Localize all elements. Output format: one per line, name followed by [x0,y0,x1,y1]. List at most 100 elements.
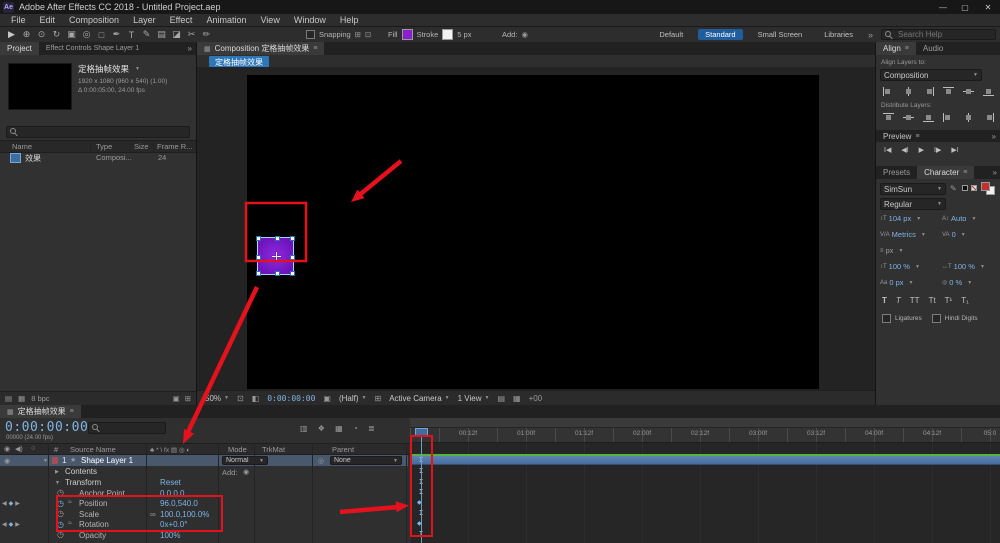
playhead-line[interactable] [421,428,422,543]
distribute-vertical-center-button[interactable] [902,112,915,123]
tsume-value[interactable]: 0 % [949,278,962,287]
fill-color-swatch[interactable] [402,29,413,40]
transform-twirl-icon[interactable]: ▼ [55,480,60,486]
parent-column[interactable]: Parent [332,445,354,454]
faux-bold-button[interactable]: T [882,296,887,305]
workspace-libraries[interactable]: Libraries [817,29,860,40]
roto-brush-tool-icon[interactable]: ✂ [184,29,199,40]
menu-effect[interactable]: Effect [163,15,200,25]
layer-parent-select[interactable]: None▼ [330,456,402,465]
baseline-shift-value[interactable]: 0 px [889,278,903,287]
trkmat-column[interactable]: TrkMat [262,445,285,454]
faux-italic-button[interactable]: T [896,296,901,305]
parent-pickwhip-icon[interactable]: ◎ [318,457,324,465]
pen-tool-icon[interactable]: ✒ [109,29,124,40]
position-expression-icon[interactable]: ≈ [68,499,72,506]
last-frame-button[interactable]: ▶I [951,146,958,154]
add-keyframe-icon[interactable]: ◆ [9,521,14,528]
prev-keyframe-icon[interactable]: ◀ [2,521,7,528]
workspace-small-screen[interactable]: Small Screen [751,29,810,40]
align-top-button[interactable] [942,86,955,97]
comp-timecode[interactable]: 0:00:00:00 [267,394,315,403]
puppet-tool-icon[interactable]: ✏ [199,29,214,40]
snapping-checkbox[interactable] [306,30,315,39]
col-frame-rate[interactable]: Frame R... [157,142,192,151]
channels-icon[interactable]: ◧ [252,394,260,403]
menu-composition[interactable]: Composition [62,15,126,25]
subscript-button[interactable]: T₁ [961,296,969,305]
search-help-input[interactable] [896,29,990,40]
anchor-point-icon[interactable] [272,252,281,261]
scale-value[interactable]: 100.0,100.0% [160,510,209,519]
timeline-button-icon[interactable]: ▦ [513,394,521,403]
opacity-label[interactable]: Opacity [79,531,106,540]
next-keyframe-icon[interactable]: ▶ [15,500,20,507]
prev-keyframe-icon[interactable]: ◀ [2,500,7,507]
menu-animation[interactable]: Animation [199,15,253,25]
col-name[interactable]: Name [12,142,32,151]
hand-tool-icon[interactable]: ⊕ [19,29,34,40]
maximize-button[interactable]: ▢ [954,3,976,12]
horizontal-scale-value[interactable]: 100 % [954,262,975,271]
timeline-toolbar-icons[interactable]: ▥ ❖ ▦ ◔ ≣ [300,424,379,433]
pixel-aspect-icon[interactable]: ▤ [497,394,505,403]
add-keyframe-icon[interactable]: ◆ [9,500,14,507]
workspace-overflow-icon[interactable]: » [868,30,873,40]
menu-layer[interactable]: Layer [126,15,163,25]
minimize-button[interactable]: — [932,3,954,12]
distribute-bottom-button[interactable] [922,112,935,123]
preview-panel-header[interactable]: Preview ≡ [876,130,927,142]
opacity-stopwatch-icon[interactable]: ◷ [57,530,64,539]
align-left-button[interactable] [882,86,895,97]
vertical-scale-value[interactable]: 100 % [889,262,910,271]
stroke-color-swatch[interactable] [442,29,453,40]
selection-tool-icon[interactable]: ▶ [4,29,19,40]
new-folder-icon[interactable]: ⊞ [185,394,191,403]
position-keyframe-nav[interactable]: ◀ ◆ ▶ [2,500,20,507]
view-layout-select[interactable]: 1 View▼ [458,394,490,403]
font-family-select[interactable]: SimSun▼ [880,183,946,195]
video-column-icon[interactable]: ◉ [4,445,10,453]
layer-label-color[interactable] [52,457,58,464]
bit-depth-label[interactable]: 8 bpc [31,394,49,403]
mode-column[interactable]: Mode [228,445,247,454]
distribute-right-button[interactable] [982,112,995,123]
selection-handle[interactable] [290,236,295,241]
align-right-button[interactable] [922,86,935,97]
font-style-select[interactable]: Regular▼ [880,198,946,210]
selection-handle[interactable] [275,236,280,241]
rotation-tool-icon[interactable]: ↻ [49,29,64,40]
position-stopwatch-icon[interactable]: ◷ [57,499,64,508]
tab-project[interactable]: Project [0,42,39,55]
position-value[interactable]: 96.0,540.0 [160,499,198,508]
hindi-digits-checkbox[interactable] [932,314,941,323]
layer-twirl-icon[interactable]: ▼ [43,458,48,464]
next-frame-button[interactable]: I▶ [934,146,941,154]
all-caps-button[interactable]: TT [910,296,920,305]
stroke-width-value[interactable]: 5 px [457,30,471,39]
tab-effect-controls[interactable]: Effect Controls Shape Layer 1 [39,42,146,55]
transform-label[interactable]: Transform [65,478,101,487]
solo-column-icon[interactable]: ○ [31,445,35,452]
tab-align[interactable]: Align ≡ [876,42,916,55]
shape-layer-object[interactable] [257,237,294,275]
brush-tool-icon[interactable]: ✎ [139,29,154,40]
rotation-label[interactable]: Rotation [79,520,109,529]
menu-help[interactable]: Help [333,15,366,25]
selection-handle[interactable] [256,236,261,241]
rotation-value[interactable]: 0x+0.0° [160,520,187,529]
layer-visibility-icon[interactable]: ◉ [4,457,10,465]
timeline-search-box[interactable] [88,422,166,434]
char-stroke-width-value[interactable]: px [886,246,894,255]
workspace-default[interactable]: Default [652,29,690,40]
menu-window[interactable]: Window [287,15,333,25]
col-type[interactable]: Type [96,142,112,151]
zoom-select[interactable]: 50%▼ [205,394,229,403]
eyedropper-icon[interactable]: ✎ [950,184,957,193]
timeline-timecode[interactable]: 0:00:00:00 [5,420,88,435]
distribute-horizontal-center-button[interactable] [962,112,975,123]
camera-tool-icon[interactable]: ▣ [64,29,79,40]
selection-handle[interactable] [290,271,295,276]
next-keyframe-icon[interactable]: ▶ [15,521,20,528]
tab-composition[interactable]: ▦ Composition 定格抽帧效果 ≡ [197,42,324,55]
